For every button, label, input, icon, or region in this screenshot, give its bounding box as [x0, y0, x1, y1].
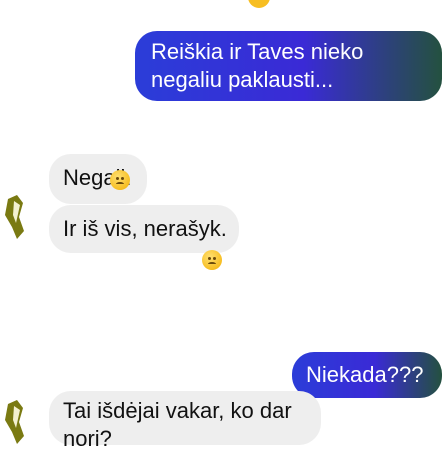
message-outgoing-1[interactable]: Reiškia ir Taves nieko negaliu paklausti…: [135, 31, 442, 101]
message-text: Niekada???: [306, 362, 424, 387]
message-text: Tai išdėjai vakar, ko dar nori?: [63, 398, 292, 451]
sad-face-emoji: [202, 250, 222, 270]
avatar[interactable]: [0, 400, 34, 448]
reaction-emoji-partial: [248, 0, 270, 8]
sad-face-emoji: [110, 170, 130, 190]
avatar-icon: [5, 195, 24, 239]
message-incoming-2[interactable]: Ir iš vis, nerašyk.: [49, 205, 239, 253]
avatar[interactable]: [0, 195, 34, 243]
avatar-icon: [5, 400, 24, 444]
message-outgoing-2[interactable]: Niekada???: [292, 352, 442, 398]
message-text: Reiškia ir Taves nieko negaliu paklausti…: [151, 39, 364, 92]
message-incoming-3[interactable]: Tai išdėjai vakar, ko dar nori?: [49, 391, 321, 451]
message-incoming-1[interactable]: Negali.: [49, 154, 147, 204]
message-text: Ir iš vis, nerašyk.: [63, 216, 227, 241]
